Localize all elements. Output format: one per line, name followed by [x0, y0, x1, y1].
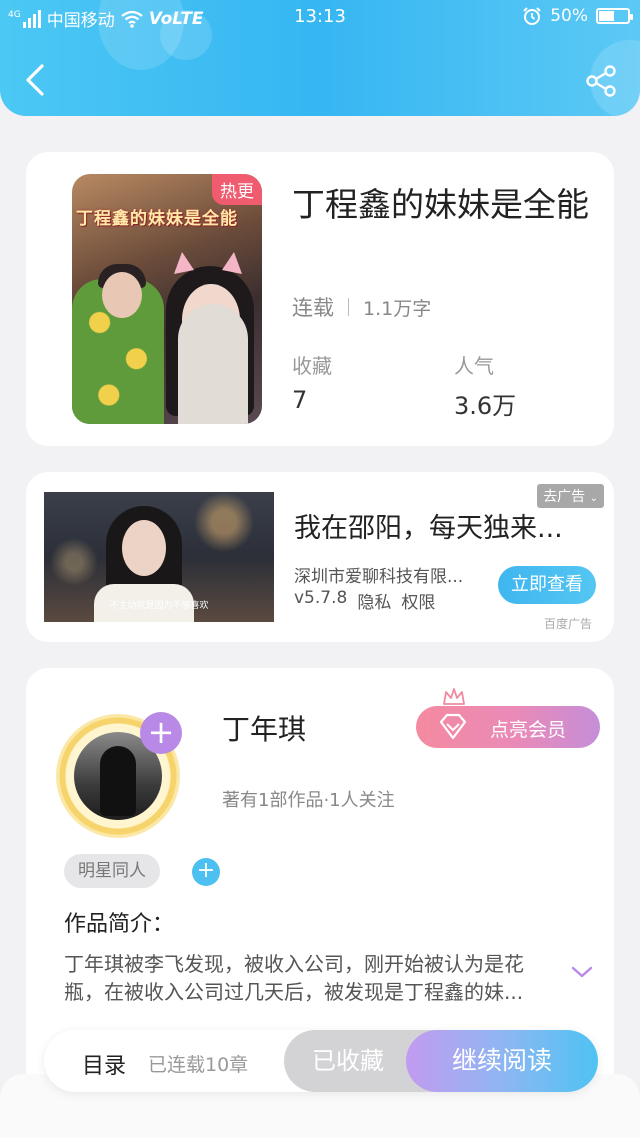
ad-image[interactable]: 不主动就是因为不够喜欢 [44, 492, 274, 622]
plus-icon: + [196, 858, 216, 883]
hot-badge: 热更 [212, 174, 262, 205]
remove-ad-label: 去广告 [543, 489, 586, 505]
battery-fill [599, 11, 614, 21]
intro-text: 丁年琪被李飞发现，被收入公司，刚开始被认为是花瓶，在被收入公司过几天后，被发现是… [64, 952, 524, 1004]
ad-source-label: 百度广告 [543, 617, 592, 631]
cover-figure [178, 304, 248, 424]
book-info-card: 丁程鑫的妹妹是全能 热更 丁程鑫的妹妹是全能 连载 1.1万字 收藏 7 人气 … [26, 152, 614, 446]
chapter-count: 已连载10章 [148, 1054, 249, 1076]
vip-label: 点亮会员 [490, 719, 567, 741]
favorites-label: 收藏 [292, 354, 332, 378]
battery-icon [596, 8, 633, 24]
intro-heading: 作品简介： [64, 912, 175, 937]
ad-card[interactable]: 不主动就是因为不够喜欢 去广告 ⌄ 我在邵阳，每天独来... 深圳市爱聊科技有限… [26, 472, 614, 642]
author-name[interactable]: 丁年琪 [222, 708, 306, 748]
ad-company: 深圳市爱聊科技有限... [294, 567, 464, 587]
book-meta: 连载 1.1万字 [292, 292, 431, 322]
remove-ad-button[interactable]: 去广告 ⌄ [537, 484, 604, 508]
popularity-label: 人气 [454, 354, 494, 378]
back-icon[interactable] [20, 62, 50, 98]
meta-divider [348, 298, 349, 316]
ad-privacy-link[interactable]: 隐私 [357, 588, 391, 613]
app-header: 4G 中国移动 VoLTE 13:13 50% [0, 0, 640, 116]
chevron-down-icon[interactable] [570, 964, 594, 980]
crown-icon [443, 688, 465, 705]
toc-button[interactable]: 目录 [82, 1048, 126, 1080]
bottom-action-bar: 目录 已连载10章 已收藏 继续阅读 [44, 1030, 598, 1092]
add-tag-button[interactable]: + [192, 858, 220, 886]
ad-figure [122, 520, 166, 576]
genre-tag[interactable]: 明星同人 [64, 854, 160, 888]
word-count: 1.1万字 [363, 297, 432, 320]
battery-percent: 50% [550, 6, 588, 26]
alarm-icon [523, 7, 541, 25]
book-status: 连载 [292, 296, 334, 320]
book-title: 丁程鑫的妹妹是全能 [292, 185, 589, 224]
popularity-value: 3.6万 [454, 392, 517, 420]
vip-button[interactable]: 点亮会员 [416, 706, 600, 748]
ad-app-info: v5.7.8 隐私 权限 [294, 588, 435, 613]
diamond-icon [439, 713, 467, 740]
ad-title: 我在邵阳，每天独来... [294, 513, 563, 544]
favorites-value: 7 [292, 386, 308, 414]
share-icon[interactable] [584, 64, 618, 98]
status-bar: 4G 中国移动 VoLTE 13:13 50% [0, 0, 640, 34]
cat-ears-icon [174, 252, 242, 274]
chevron-down-icon: ⌄ [589, 493, 598, 504]
follow-plus-button[interactable]: + [140, 712, 182, 754]
author-stats: 著有1部作品·1人关注 [222, 790, 395, 811]
cover-title: 丁程鑫的妹妹是全能 [76, 209, 238, 229]
continue-reading-button[interactable]: 继续阅读 [406, 1030, 598, 1092]
ad-image-caption: 不主动就是因为不够喜欢 [109, 601, 209, 611]
ad-version: v5.7.8 [294, 588, 348, 608]
cover-figure [102, 272, 142, 318]
plus-icon: + [147, 713, 175, 751]
avatar-figure [100, 746, 136, 816]
ad-view-button[interactable]: 立即查看 [498, 566, 596, 604]
book-cover[interactable]: 丁程鑫的妹妹是全能 热更 [72, 174, 262, 424]
status-right: 50% [522, 6, 633, 26]
ad-permissions-link[interactable]: 权限 [401, 588, 435, 613]
